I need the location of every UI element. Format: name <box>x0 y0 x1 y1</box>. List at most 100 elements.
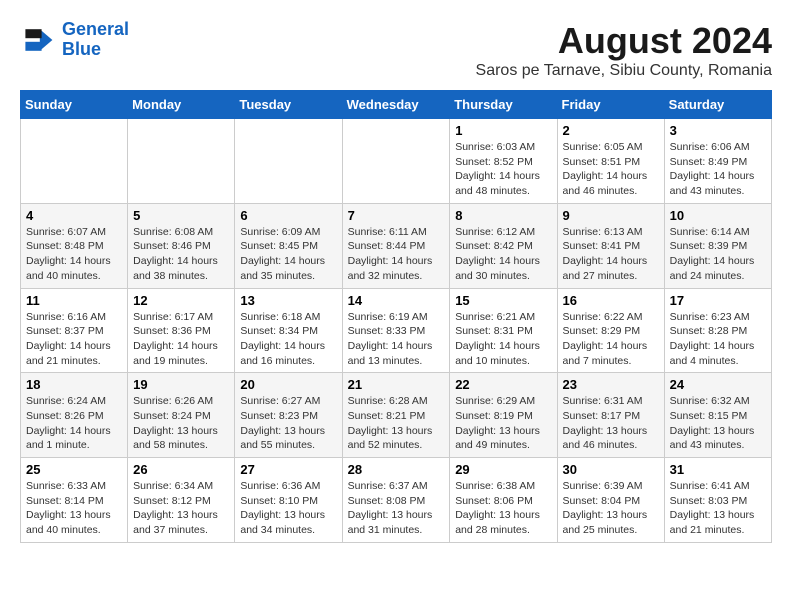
day-info: Sunrise: 6:08 AM Sunset: 8:46 PM Dayligh… <box>133 225 229 284</box>
logo-line2: Blue <box>62 39 101 59</box>
day-number: 13 <box>240 293 336 308</box>
calendar-cell: 7 Sunrise: 6:11 AM Sunset: 8:44 PM Daylig… <box>342 203 450 288</box>
logo-line1: General <box>62 19 129 39</box>
day-number: 1 <box>455 123 551 138</box>
calendar-cell: 18Sunrise: 6:24 AM Sunset: 8:26 PM Dayli… <box>21 373 128 458</box>
logo: General Blue <box>20 20 129 60</box>
day-number: 22 <box>455 377 551 392</box>
day-header-sunday: Sunday <box>21 91 128 119</box>
calendar-cell: 22Sunrise: 6:29 AM Sunset: 8:19 PM Dayli… <box>450 373 557 458</box>
day-number: 18 <box>26 377 122 392</box>
day-info: Sunrise: 6:21 AM Sunset: 8:31 PM Dayligh… <box>455 310 551 369</box>
day-info: Sunrise: 6:23 AM Sunset: 8:28 PM Dayligh… <box>670 310 766 369</box>
calendar-cell: 21 Sunrise: 6:28 AM Sunset: 8:21 PM Dayli… <box>342 373 450 458</box>
calendar-cell: 11 Sunrise: 6:16 AM Sunset: 8:37 PM Dayli… <box>21 288 128 373</box>
calendar-cell: 27 Sunrise: 6:36 AM Sunset: 8:10 PM Dayli… <box>235 458 342 543</box>
calendar-cell: 31 Sunrise: 6:41 AM Sunset: 8:03 PM Dayli… <box>664 458 771 543</box>
calendar-table: SundayMondayTuesdayWednesdayThursdayFrid… <box>20 90 772 543</box>
day-number: 10 <box>670 208 766 223</box>
day-number: 11 <box>26 293 122 308</box>
calendar-cell: 5Sunrise: 6:08 AM Sunset: 8:46 PM Daylig… <box>128 203 235 288</box>
day-number: 4 <box>26 208 122 223</box>
day-number: 30 <box>563 462 659 477</box>
calendar-cell: 17Sunrise: 6:23 AM Sunset: 8:28 PM Dayli… <box>664 288 771 373</box>
day-info: Sunrise: 6:38 AM Sunset: 8:06 PM Dayligh… <box>455 479 551 538</box>
day-info: Sunrise: 6:34 AM Sunset: 8:12 PM Dayligh… <box>133 479 229 538</box>
day-number: 28 <box>348 462 445 477</box>
day-number: 12 <box>133 293 229 308</box>
day-number: 14 <box>348 293 445 308</box>
calendar-cell: 23Sunrise: 6:31 AM Sunset: 8:17 PM Dayli… <box>557 373 664 458</box>
day-info: Sunrise: 6:36 AM Sunset: 8:10 PM Dayligh… <box>240 479 336 538</box>
day-info: Sunrise: 6:11 AM Sunset: 8:44 PM Dayligh… <box>348 225 445 284</box>
calendar-cell: 2Sunrise: 6:05 AM Sunset: 8:51 PM Daylig… <box>557 119 664 204</box>
day-number: 8 <box>455 208 551 223</box>
day-number: 2 <box>563 123 659 138</box>
day-number: 6 <box>240 208 336 223</box>
day-number: 27 <box>240 462 336 477</box>
calendar-cell: 24 Sunrise: 6:32 AM Sunset: 8:15 PM Dayli… <box>664 373 771 458</box>
calendar-cell: 10Sunrise: 6:14 AM Sunset: 8:39 PM Dayli… <box>664 203 771 288</box>
calendar-cell: 9Sunrise: 6:13 AM Sunset: 8:41 PM Daylig… <box>557 203 664 288</box>
calendar-cell <box>342 119 450 204</box>
day-info: Sunrise: 6:09 AM Sunset: 8:45 PM Dayligh… <box>240 225 336 284</box>
calendar-cell: 25 Sunrise: 6:33 AM Sunset: 8:14 PM Dayli… <box>21 458 128 543</box>
day-header-monday: Monday <box>128 91 235 119</box>
day-number: 29 <box>455 462 551 477</box>
day-info: Sunrise: 6:19 AM Sunset: 8:33 PM Dayligh… <box>348 310 445 369</box>
calendar-cell: 28 Sunrise: 6:37 AM Sunset: 8:08 PM Dayli… <box>342 458 450 543</box>
day-info: Sunrise: 6:12 AM Sunset: 8:42 PM Dayligh… <box>455 225 551 284</box>
calendar-cell: 13 Sunrise: 6:18 AM Sunset: 8:34 PM Dayli… <box>235 288 342 373</box>
day-number: 23 <box>563 377 659 392</box>
day-info: Sunrise: 6:13 AM Sunset: 8:41 PM Dayligh… <box>563 225 659 284</box>
day-number: 31 <box>670 462 766 477</box>
calendar-cell: 20Sunrise: 6:27 AM Sunset: 8:23 PM Dayli… <box>235 373 342 458</box>
day-info: Sunrise: 6:41 AM Sunset: 8:03 PM Dayligh… <box>670 479 766 538</box>
day-number: 15 <box>455 293 551 308</box>
day-number: 3 <box>670 123 766 138</box>
calendar-cell: 15 Sunrise: 6:21 AM Sunset: 8:31 PM Dayli… <box>450 288 557 373</box>
calendar-cell: 4Sunrise: 6:07 AM Sunset: 8:48 PM Daylig… <box>21 203 128 288</box>
day-info: Sunrise: 6:16 AM Sunset: 8:37 PM Dayligh… <box>26 310 122 369</box>
day-info: Sunrise: 6:33 AM Sunset: 8:14 PM Dayligh… <box>26 479 122 538</box>
calendar-cell: 19Sunrise: 6:26 AM Sunset: 8:24 PM Dayli… <box>128 373 235 458</box>
calendar-week-4: 18Sunrise: 6:24 AM Sunset: 8:26 PM Dayli… <box>21 373 772 458</box>
day-header-wednesday: Wednesday <box>342 91 450 119</box>
day-number: 16 <box>563 293 659 308</box>
day-header-tuesday: Tuesday <box>235 91 342 119</box>
calendar-cell: 3 Sunrise: 6:06 AM Sunset: 8:49 PM Daylig… <box>664 119 771 204</box>
day-info: Sunrise: 6:18 AM Sunset: 8:34 PM Dayligh… <box>240 310 336 369</box>
day-info: Sunrise: 6:06 AM Sunset: 8:49 PM Dayligh… <box>670 140 766 199</box>
calendar-cell: 12 Sunrise: 6:17 AM Sunset: 8:36 PM Dayli… <box>128 288 235 373</box>
day-number: 26 <box>133 462 229 477</box>
day-info: Sunrise: 6:27 AM Sunset: 8:23 PM Dayligh… <box>240 394 336 453</box>
day-number: 24 <box>670 377 766 392</box>
day-info: Sunrise: 6:22 AM Sunset: 8:29 PM Dayligh… <box>563 310 659 369</box>
logo-text: General Blue <box>62 20 129 60</box>
day-info: Sunrise: 6:26 AM Sunset: 8:24 PM Dayligh… <box>133 394 229 453</box>
page-header: General Blue August 2024 Saros pe Tarnav… <box>20 20 772 80</box>
day-info: Sunrise: 6:03 AM Sunset: 8:52 PM Dayligh… <box>455 140 551 199</box>
day-info: Sunrise: 6:39 AM Sunset: 8:04 PM Dayligh… <box>563 479 659 538</box>
calendar-cell: 16 Sunrise: 6:22 AM Sunset: 8:29 PM Dayli… <box>557 288 664 373</box>
day-number: 21 <box>348 377 445 392</box>
day-header-thursday: Thursday <box>450 91 557 119</box>
calendar-cell <box>21 119 128 204</box>
calendar-cell <box>235 119 342 204</box>
day-info: Sunrise: 6:17 AM Sunset: 8:36 PM Dayligh… <box>133 310 229 369</box>
calendar-cell: 29 Sunrise: 6:38 AM Sunset: 8:06 PM Dayli… <box>450 458 557 543</box>
calendar-week-3: 11 Sunrise: 6:16 AM Sunset: 8:37 PM Dayli… <box>21 288 772 373</box>
day-number: 25 <box>26 462 122 477</box>
day-header-saturday: Saturday <box>664 91 771 119</box>
calendar-cell: 30 Sunrise: 6:39 AM Sunset: 8:04 PM Dayli… <box>557 458 664 543</box>
calendar-cell: 26 Sunrise: 6:34 AM Sunset: 8:12 PM Dayli… <box>128 458 235 543</box>
calendar-cell: 14 Sunrise: 6:19 AM Sunset: 8:33 PM Dayli… <box>342 288 450 373</box>
day-info: Sunrise: 6:28 AM Sunset: 8:21 PM Dayligh… <box>348 394 445 453</box>
day-info: Sunrise: 6:37 AM Sunset: 8:08 PM Dayligh… <box>348 479 445 538</box>
day-header-friday: Friday <box>557 91 664 119</box>
calendar-header-row: SundayMondayTuesdayWednesdayThursdayFrid… <box>21 91 772 119</box>
day-number: 7 <box>348 208 445 223</box>
calendar-cell <box>128 119 235 204</box>
logo-icon <box>20 22 56 58</box>
day-info: Sunrise: 6:32 AM Sunset: 8:15 PM Dayligh… <box>670 394 766 453</box>
